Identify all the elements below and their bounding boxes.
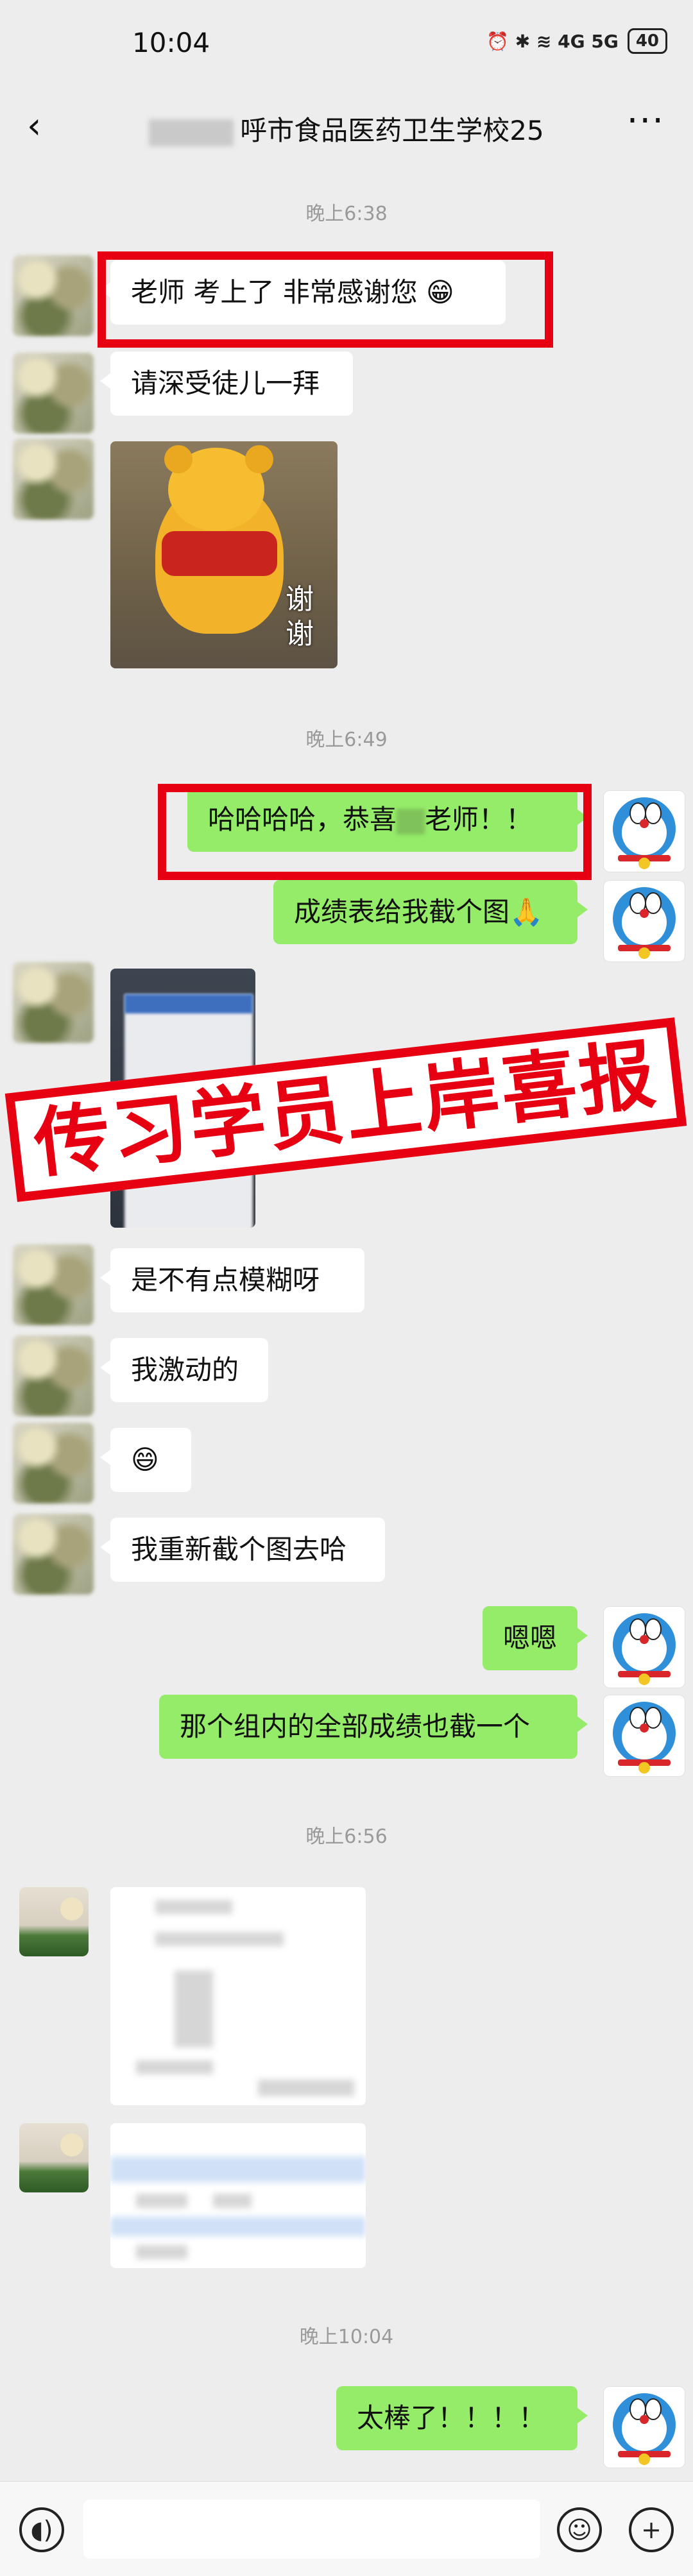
document-image[interactable] — [110, 2123, 366, 2268]
doraemon-bell — [638, 858, 650, 869]
avatar[interactable] — [13, 962, 94, 1043]
document-image[interactable] — [110, 1887, 366, 2105]
timestamp: 晚上6:38 — [305, 203, 388, 225]
avatar[interactable] — [13, 1423, 94, 1504]
message-bubble[interactable]: 😄 — [100, 1428, 191, 1492]
avatar[interactable] — [603, 1606, 685, 1688]
message-bubble[interactable]: 请深受徒儿一拜 — [100, 352, 353, 416]
blurred-table-row — [110, 2217, 366, 2236]
emoji-button[interactable]: ☺ — [557, 2507, 602, 2552]
message-bubble[interactable]: 是不有点模糊呀 — [100, 1248, 364, 1312]
status-bar: 10:04 ⏰ ✱ ≋ 4G 5G 40 — [0, 0, 693, 90]
chat-title: 呼市食品医药卫生学校25 — [0, 109, 693, 148]
message-bubble[interactable]: 嗯嗯 — [483, 1606, 588, 1670]
doraemon-bell — [638, 947, 650, 959]
avatar[interactable] — [603, 880, 685, 962]
avatar[interactable] — [13, 255, 94, 336]
blurred-text — [213, 2194, 252, 2208]
timestamp: 晚上10:04 — [299, 2326, 394, 2348]
timestamp: 晚上6:49 — [305, 729, 388, 751]
avatar[interactable] — [13, 439, 94, 520]
battery-indicator: 40 — [627, 28, 667, 54]
blurred-text — [258, 2080, 354, 2096]
avatar[interactable] — [13, 353, 94, 434]
doraemon-nose — [640, 909, 649, 918]
voice-icon: ◖) — [30, 2516, 53, 2544]
input-bar: ◖) ☺ + — [0, 2481, 693, 2576]
emoji-icon: ☺ — [567, 2516, 592, 2544]
avatar[interactable] — [13, 1335, 94, 1416]
highlight-box — [158, 784, 592, 880]
sun-shape — [60, 1897, 83, 1920]
avatar[interactable] — [19, 1887, 89, 1956]
plus-button[interactable]: + — [629, 2507, 674, 2552]
avatar[interactable] — [603, 1695, 685, 1777]
sun-shape — [60, 2133, 83, 2157]
voice-button[interactable]: ◖) — [19, 2507, 64, 2552]
blurred-name — [149, 119, 234, 146]
sticker-caption: 谢 谢 — [286, 583, 314, 650]
plus-icon: + — [641, 2516, 662, 2544]
pooh-ear — [245, 445, 273, 473]
message-bubble[interactable]: 我重新截个图去哈 — [100, 1518, 385, 1582]
message-bubble[interactable]: 那个组内的全部成绩也截一个 — [159, 1695, 588, 1759]
avatar[interactable] — [603, 790, 685, 872]
blurred-text — [175, 1970, 213, 2047]
status-icons: ⏰ ✱ ≋ 4G 5G 40 — [486, 28, 667, 54]
chat-header: ‹ 呼市食品医药卫生学校25 ··· — [0, 90, 693, 165]
timestamp: 晚上6:56 — [305, 1826, 388, 1848]
screenshot-header — [124, 994, 253, 1013]
sticker-image[interactable]: 谢 谢 — [110, 441, 338, 668]
blurred-text — [155, 1932, 284, 1946]
doraemon-nose — [640, 2415, 649, 2424]
message-bubble[interactable]: 太棒了！！！！ — [336, 2386, 588, 2450]
avatar[interactable] — [19, 2123, 89, 2192]
avatar[interactable] — [603, 2386, 685, 2468]
doraemon-bell — [638, 1674, 650, 1685]
blurred-text — [136, 2194, 187, 2208]
blurred-text — [136, 2245, 187, 2259]
group-name: 呼市食品医药卫生学校25 — [240, 115, 544, 146]
highlight-box — [98, 251, 553, 348]
more-button[interactable]: ··· — [627, 100, 665, 142]
avatar[interactable] — [13, 1244, 94, 1325]
doraemon-nose — [640, 1635, 649, 1644]
pooh-shirt — [162, 531, 277, 576]
doraemon-nose — [640, 1724, 649, 1733]
status-time: 10:04 — [132, 27, 210, 58]
message-input[interactable] — [83, 2500, 540, 2559]
blurred-text — [155, 1900, 232, 1914]
pooh-ear — [164, 445, 193, 473]
blurred-table-row — [110, 2157, 366, 2182]
message-bubble[interactable]: 我激动的 — [100, 1338, 268, 1402]
doraemon-nose — [640, 819, 649, 828]
blurred-text — [136, 2060, 213, 2074]
status-indicators: ⏰ ✱ ≋ 4G 5G — [486, 30, 619, 52]
promo-banner: 传习学员上岸喜报 — [4, 1017, 687, 1202]
message-bubble[interactable]: 成绩表给我截个图🙏 — [273, 880, 588, 944]
avatar[interactable] — [13, 1514, 94, 1595]
doraemon-bell — [638, 1762, 650, 1774]
doraemon-bell — [638, 2453, 650, 2465]
